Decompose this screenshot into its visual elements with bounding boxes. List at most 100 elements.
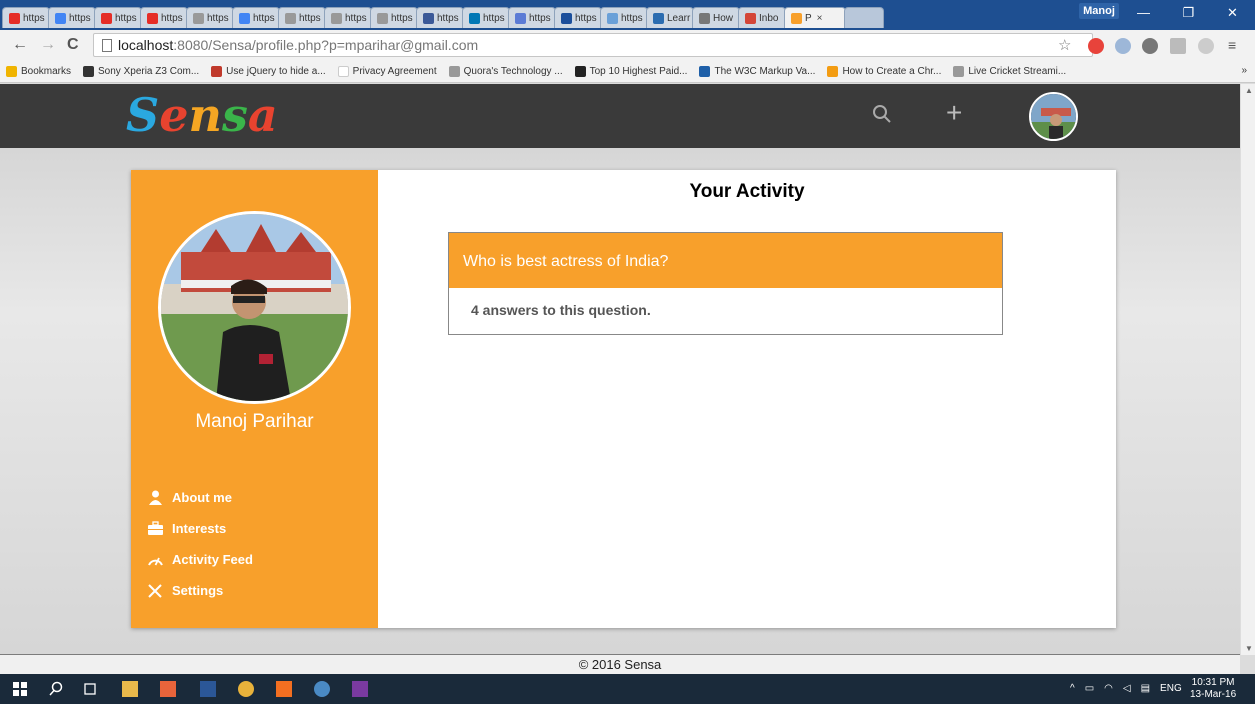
restore-button[interactable]: ❐	[1166, 0, 1211, 26]
volume-icon[interactable]: ◁	[1123, 683, 1131, 694]
bookmark-item[interactable]: How to Create a Chr...	[827, 66, 941, 77]
cs-icon	[211, 66, 223, 77]
nav-avatar[interactable]	[1029, 92, 1078, 141]
tab-label: https	[575, 12, 597, 24]
browser-tab[interactable]: https	[416, 7, 464, 28]
sensa-favicon-icon	[791, 12, 802, 24]
phone-icon	[83, 66, 95, 77]
new-tab-button[interactable]	[844, 7, 884, 28]
battery-icon[interactable]: ▭	[1085, 683, 1094, 694]
browser-tab-active[interactable]: P ×	[784, 7, 846, 28]
adblock-plus-icon[interactable]	[1088, 38, 1104, 54]
bookmark-label: How to Create a Chr...	[842, 66, 942, 77]
browser-tab[interactable]: https	[232, 7, 280, 28]
screen-extension-icon[interactable]	[1170, 38, 1186, 54]
browser-tab[interactable]: How	[692, 7, 740, 28]
sensa-logo[interactable]: Sensa	[126, 84, 278, 146]
search-icon[interactable]	[872, 104, 892, 124]
xampp-icon[interactable]	[276, 681, 292, 697]
browser-tab[interactable]: Learr	[646, 7, 694, 28]
forward-arrow-icon[interactable]: →	[40, 36, 56, 54]
browser-tab[interactable]: https	[508, 7, 556, 28]
bookmarks-overflow-button[interactable]: »	[1241, 65, 1247, 76]
tray-chevron-icon[interactable]: ^	[1070, 683, 1075, 694]
close-tab-icon[interactable]: ×	[817, 13, 823, 24]
wifi-icon[interactable]: ◠	[1104, 683, 1113, 694]
browser-tab[interactable]: https	[94, 7, 142, 28]
browser-tab[interactable]: https	[554, 7, 602, 28]
puzzle-extension-icon[interactable]	[1142, 38, 1158, 54]
tab-label: https	[161, 12, 183, 24]
scroll-down-icon[interactable]: ▼	[1245, 644, 1253, 653]
windows-start-icon[interactable]	[12, 681, 28, 697]
close-window-button[interactable]: ✕	[1210, 0, 1255, 26]
browser-tab[interactable]: https	[186, 7, 234, 28]
menu-item-interests[interactable]: Interests	[147, 513, 253, 544]
menu-item-label: Settings	[172, 583, 224, 598]
chrome-menu-icon[interactable]: ≡	[1228, 36, 1236, 54]
browser-tab[interactable]: https	[278, 7, 326, 28]
circle-extension-icon[interactable]	[1198, 38, 1214, 54]
favicon-icon	[9, 12, 20, 24]
browser-tab[interactable]: https	[462, 7, 510, 28]
onenote-icon[interactable]	[352, 681, 368, 697]
reload-icon[interactable]: C	[67, 36, 79, 54]
bookmark-item[interactable]: Live Cricket Streami...	[953, 66, 1066, 77]
bookmark-item[interactable]: Top 10 Highest Paid...	[574, 66, 687, 77]
add-question-button[interactable]: +	[946, 98, 962, 128]
page-viewport: Sensa + Manoj Parihar About me Interests…	[0, 84, 1240, 655]
browser-profile-button[interactable]: Manoj	[1079, 3, 1119, 19]
browser-tab[interactable]: https	[370, 7, 418, 28]
scroll-up-icon[interactable]: ▲	[1245, 86, 1253, 95]
page-icon	[102, 39, 112, 52]
profile-card: Manoj Parihar About me Interests Activity …	[131, 170, 1116, 628]
media-player-icon[interactable]	[160, 681, 176, 697]
search-icon[interactable]	[48, 681, 64, 697]
tab-label: https	[529, 12, 551, 24]
task-view-icon[interactable]	[82, 681, 98, 697]
file-explorer-icon[interactable]	[122, 681, 138, 697]
favicon-icon	[331, 12, 342, 24]
page-scrollbar[interactable]: ▲ ▼	[1240, 84, 1255, 655]
browser-tab[interactable]: https	[324, 7, 372, 28]
browser-tab[interactable]: https	[48, 7, 96, 28]
question-title[interactable]: Who is best actress of India?	[449, 233, 1002, 288]
menu-item-about-me[interactable]: About me	[147, 482, 253, 513]
menu-item-settings[interactable]: Settings	[147, 575, 253, 606]
taskbar-clock[interactable]: 10:31 PM 13-Mar-16	[1190, 677, 1236, 701]
browser-tab[interactable]: https	[140, 7, 188, 28]
word-icon[interactable]	[200, 681, 216, 697]
notification-icon[interactable]: ▤	[1141, 683, 1150, 694]
browser-tab[interactable]: Inbo	[738, 7, 786, 28]
back-arrow-icon[interactable]: ←	[12, 36, 28, 54]
activity-title: Your Activity	[689, 181, 805, 202]
menu-item-activity-feed[interactable]: Activity Feed	[147, 544, 253, 575]
language-indicator[interactable]: ENG	[1160, 683, 1182, 694]
app-icon[interactable]	[314, 681, 330, 697]
browser-tab[interactable]: https	[600, 7, 648, 28]
bookmark-item[interactable]: Use jQuery to hide a...	[211, 66, 326, 77]
chrome-icon[interactable]	[238, 681, 254, 697]
bookmark-item[interactable]: The W3C Markup Va...	[699, 66, 815, 77]
bookmark-item[interactable]: Sony Xperia Z3 Com...	[83, 66, 199, 77]
favicon-icon	[745, 12, 756, 24]
dashboard-icon	[147, 552, 164, 567]
bookmarks-menu[interactable]: Bookmarks	[6, 66, 71, 77]
bookmark-item[interactable]: Quora's Technology ...	[448, 66, 563, 77]
minimize-button[interactable]: —	[1121, 0, 1166, 26]
favicon-icon	[423, 12, 434, 24]
browser-tab[interactable]: https	[2, 7, 50, 28]
logo-letter: n	[188, 88, 222, 142]
extension-icon[interactable]	[1115, 38, 1131, 54]
tab-label: https	[299, 12, 321, 24]
question-card[interactable]: Who is best actress of India? 4 answers …	[448, 232, 1003, 335]
bookmark-item[interactable]: Privacy Agreement	[337, 66, 437, 77]
tools-icon	[147, 583, 164, 598]
site-navbar: Sensa +	[0, 84, 1240, 148]
address-bar[interactable]: localhost:8080/Sensa/profile.php?p=mpari…	[93, 33, 1093, 57]
tab-label: https	[207, 12, 229, 24]
blank-page-icon	[337, 66, 349, 77]
tab-label: https	[115, 12, 137, 24]
favicon-icon	[607, 12, 618, 24]
bookmark-star-icon[interactable]: ☆	[1058, 36, 1071, 54]
